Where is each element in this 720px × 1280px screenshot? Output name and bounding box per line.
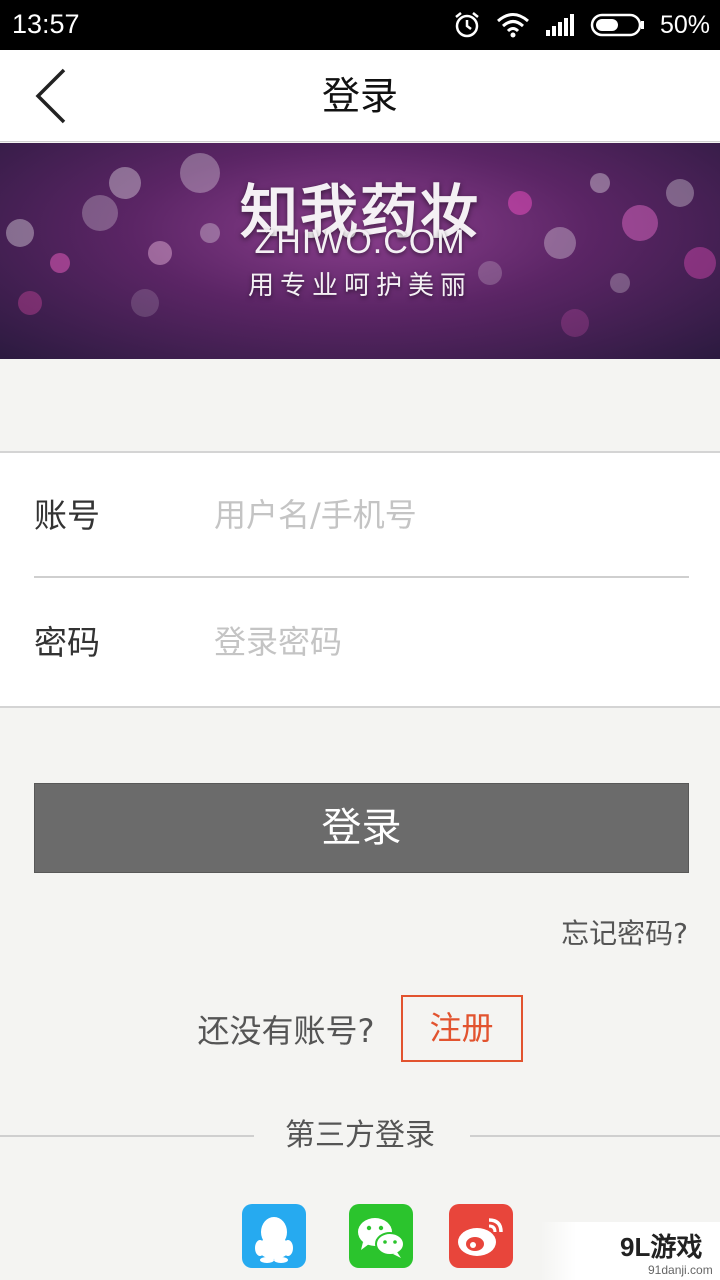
login-form: 账号 密码 bbox=[0, 451, 720, 708]
svg-text:9L游戏: 9L游戏 bbox=[620, 1232, 702, 1262]
third-party-divider: 第三方登录 bbox=[0, 1113, 720, 1159]
svg-text:91danji.com: 91danji.com bbox=[648, 1263, 713, 1277]
status-time: 13:57 bbox=[12, 9, 80, 39]
header: 登录 bbox=[0, 50, 720, 142]
register-row: 还没有账号? 注册 bbox=[0, 995, 720, 1062]
battery-percent: 50% bbox=[659, 10, 710, 39]
account-row: 账号 bbox=[34, 453, 689, 578]
page-title: 登录 bbox=[321, 74, 398, 118]
weibo-login-button[interactable] bbox=[449, 1204, 513, 1268]
divider-line-right bbox=[470, 1135, 720, 1137]
wechat-icon bbox=[358, 1218, 405, 1258]
forgot-password-link[interactable]: 忘记密码? bbox=[561, 912, 688, 952]
status-icons: 50% bbox=[452, 9, 710, 41]
banner-slogan: 用专业呵护美丽 bbox=[247, 271, 472, 301]
alarm-icon bbox=[452, 10, 482, 40]
signal-icon bbox=[544, 12, 576, 38]
banner-domain: ZHIWO.COM bbox=[254, 223, 466, 261]
register-button[interactable]: 注册 bbox=[400, 995, 523, 1062]
password-row: 密码 bbox=[34, 580, 689, 705]
watermark: 9L游戏 91danji.com bbox=[540, 1222, 720, 1280]
account-input[interactable] bbox=[214, 483, 684, 547]
wechat-login-button[interactable] bbox=[349, 1204, 413, 1268]
password-input[interactable] bbox=[214, 610, 684, 674]
qq-icon bbox=[255, 1217, 293, 1263]
watermark-logo: 9L游戏 91danji.com bbox=[620, 1232, 713, 1277]
banner: 知我药妆 ZHIWO.COM 用专业呵护美丽 bbox=[0, 143, 720, 359]
account-label: 账号 bbox=[34, 496, 100, 535]
status-bar: 13:57 50% bbox=[0, 0, 720, 50]
password-label: 密码 bbox=[34, 623, 100, 662]
no-account-text: 还没有账号? bbox=[197, 1011, 375, 1050]
battery-icon bbox=[590, 12, 646, 38]
weibo-icon bbox=[458, 1218, 503, 1256]
wifi-icon bbox=[496, 12, 530, 38]
login-button[interactable]: 登录 bbox=[34, 783, 689, 873]
qq-login-button[interactable] bbox=[242, 1204, 306, 1268]
